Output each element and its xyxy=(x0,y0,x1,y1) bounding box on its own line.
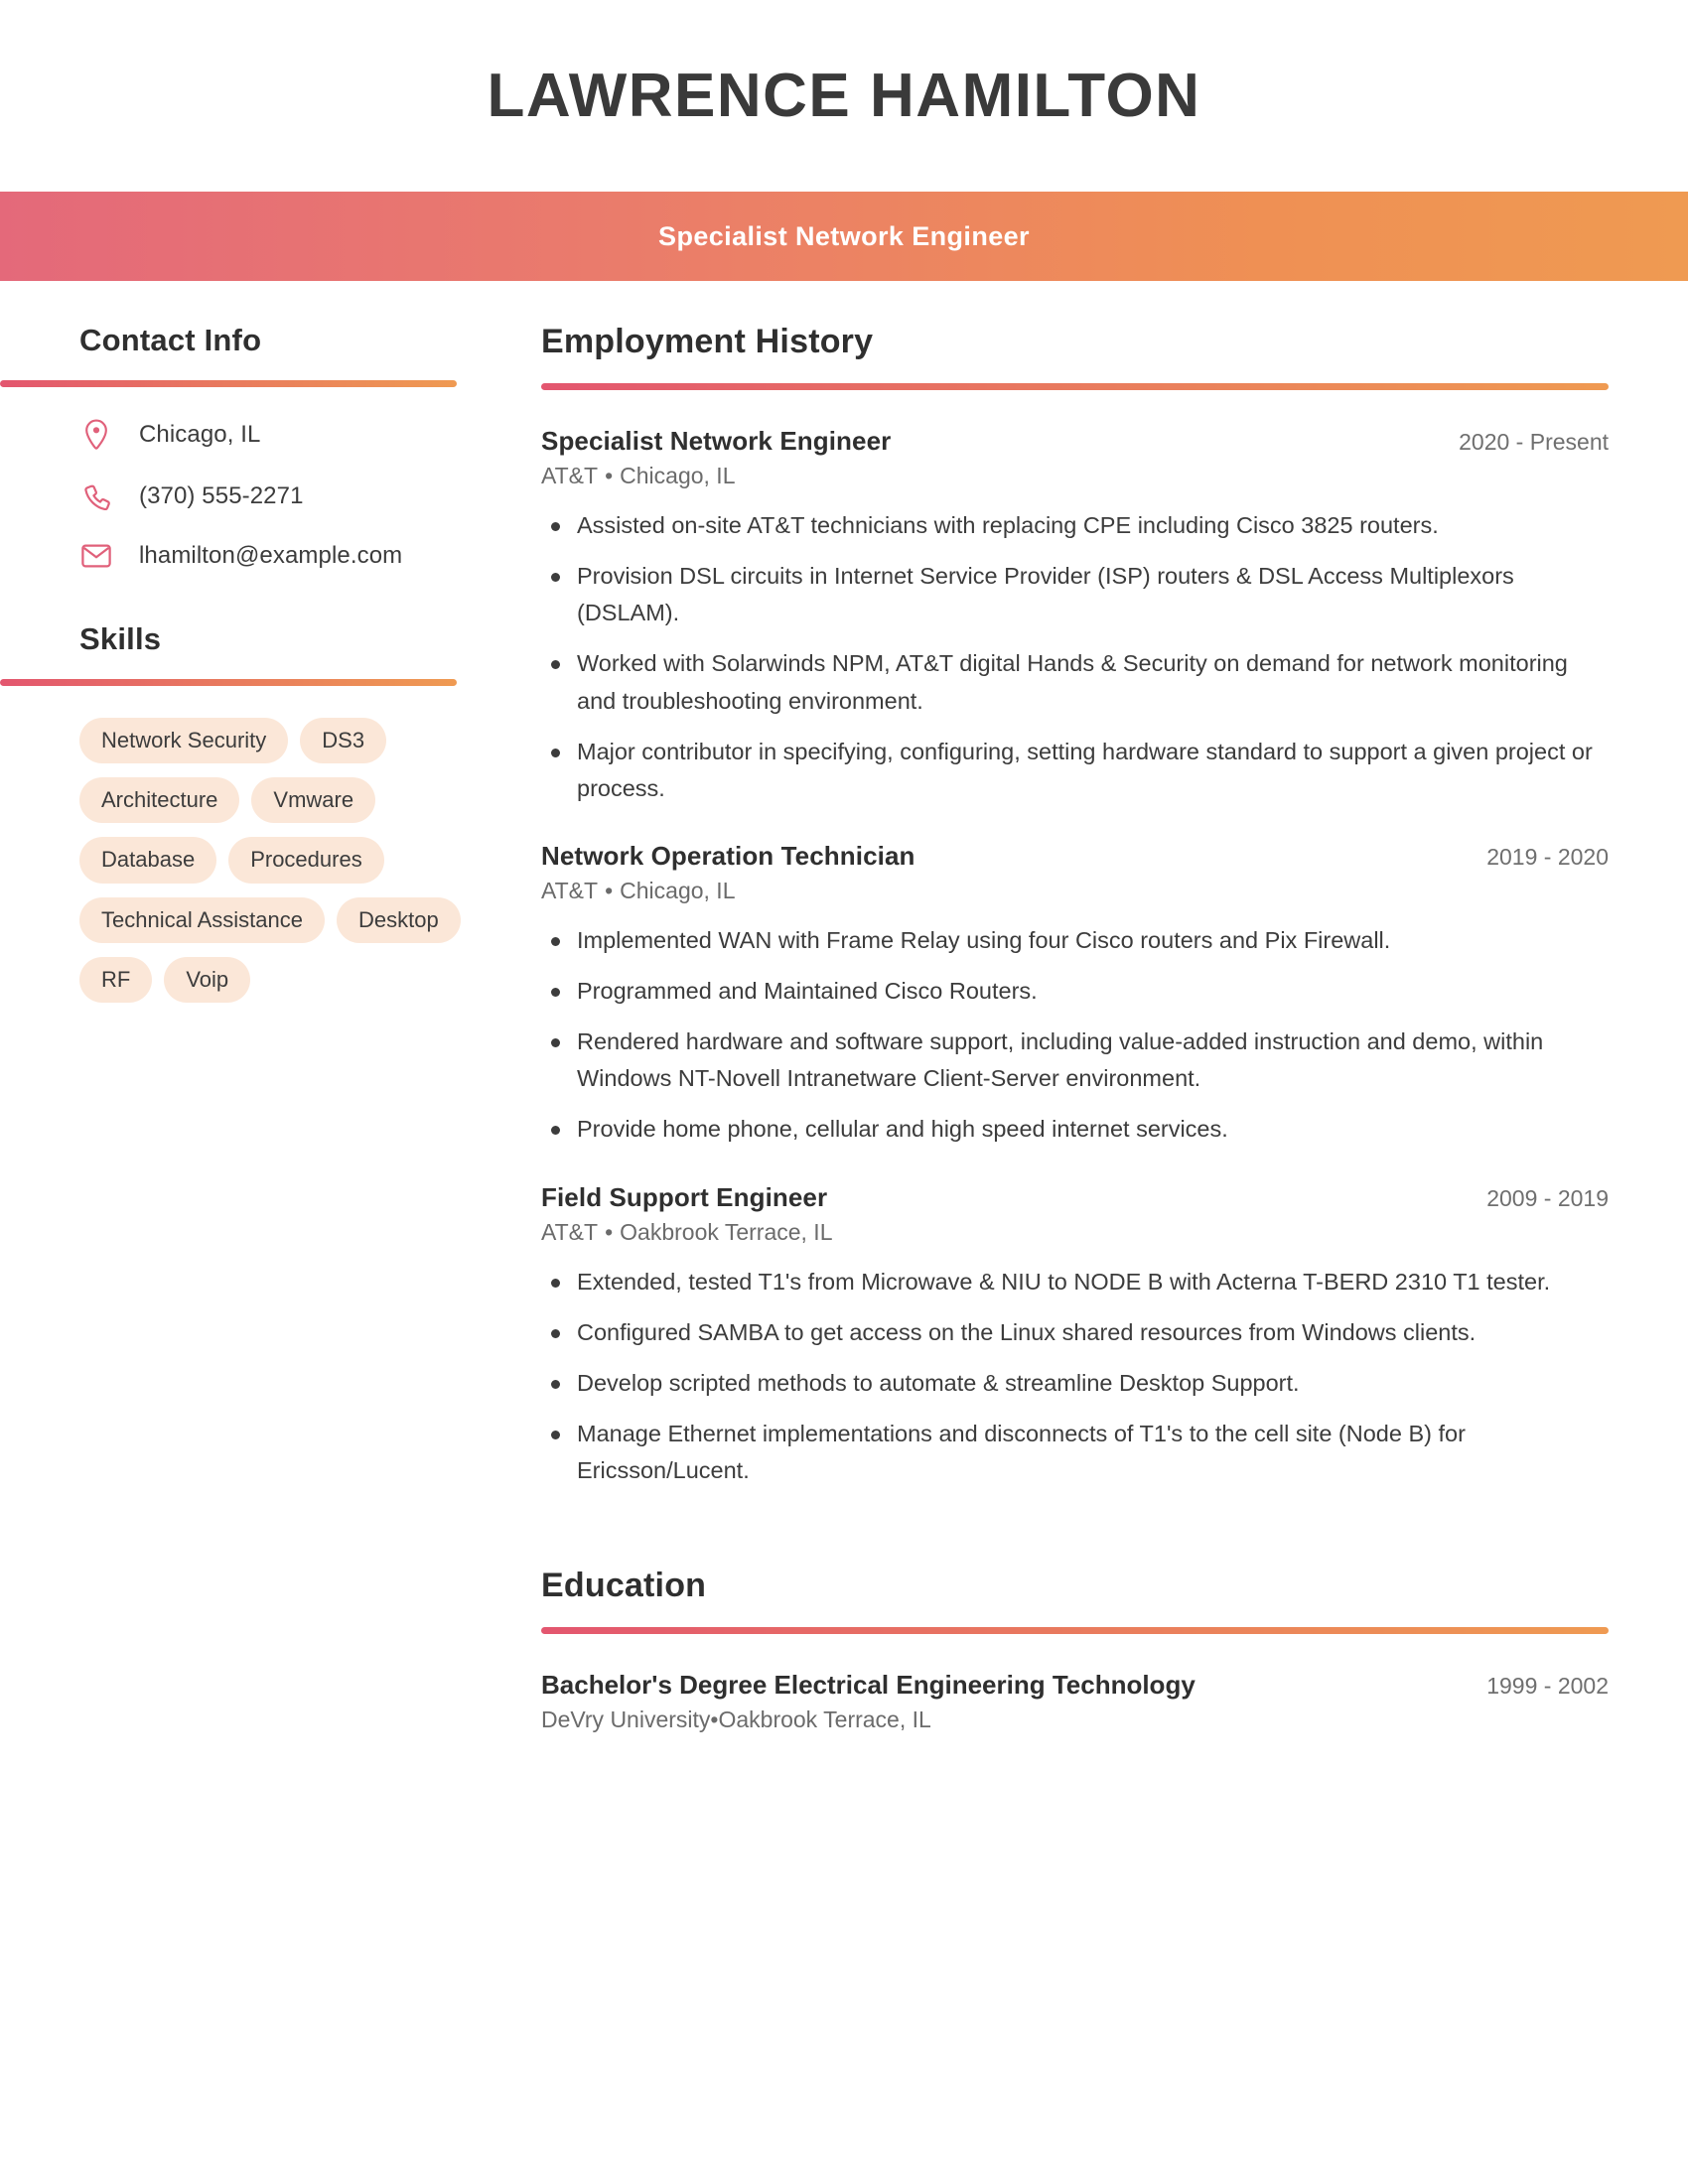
job-bullet: Major contributor in specifying, configu… xyxy=(541,734,1609,807)
job-location: Oakbrook Terrace, IL xyxy=(620,1218,833,1245)
job-bullet: Implemented WAN with Frame Relay using f… xyxy=(541,922,1609,959)
contact-list: Chicago, IL (370) 555-2271 lhamilton@examp… xyxy=(0,419,541,570)
contact-item[interactable]: (370) 555-2271 xyxy=(0,482,541,510)
job-dates: 2009 - 2019 xyxy=(1486,1184,1609,1211)
education-divider xyxy=(541,1627,1609,1635)
contact-item[interactable]: lhamilton@example.com xyxy=(0,542,541,570)
job-company: AT&T xyxy=(541,1218,599,1245)
education-school-location: DeVry University•Oakbrook Terrace, IL xyxy=(541,1706,1609,1733)
job-entry: Network Operation Technician 2019 - 2020 A… xyxy=(541,841,1609,1149)
job-company-location: AT&T • Chicago, IL xyxy=(541,463,1609,489)
skill-pill[interactable]: DS3 xyxy=(300,718,387,764)
envelope-icon xyxy=(79,544,113,568)
job-company-location: AT&T • Oakbrook Terrace, IL xyxy=(541,1219,1609,1246)
bullet-separator-icon: • xyxy=(605,877,614,903)
job-dates: 2019 - 2020 xyxy=(1486,843,1609,870)
job-bullet-list: Implemented WAN with Frame Relay using f… xyxy=(541,922,1609,1149)
resume-body: Contact Info Chicago, IL (370) 555-2271 lh… xyxy=(0,281,1688,1743)
skills-section: Skills Network Security DS3 Architecture Vm… xyxy=(0,621,541,1003)
job-bullet: Configured SAMBA to get access on the Li… xyxy=(541,1314,1609,1351)
job-company-location: AT&T • Chicago, IL xyxy=(541,878,1609,904)
education-school: DeVry University xyxy=(541,1706,711,1733)
employment-history-heading: Employment History xyxy=(541,323,874,360)
sidebar: Contact Info Chicago, IL (370) 555-2271 lh… xyxy=(0,323,541,1003)
contact-info-heading: Contact Info xyxy=(79,323,262,357)
contact-item-value: lhamilton@example.com xyxy=(139,542,403,569)
job-bullet: Manage Ethernet implementations and disc… xyxy=(541,1416,1609,1489)
main-content: Employment History Specialist Network En… xyxy=(541,323,1688,1743)
page-title: LAWRENCE HAMILTON xyxy=(487,61,1201,130)
job-bullet: Provision DSL circuits in Internet Servi… xyxy=(541,558,1609,631)
contact-info-section: Contact Info Chicago, IL (370) 555-2271 lh… xyxy=(0,323,541,570)
education-header: Bachelor's Degree Electrical Engineering… xyxy=(541,1670,1609,1701)
education-section: Education Bachelor's Degree Electrical E… xyxy=(541,1567,1609,1733)
skill-pill[interactable]: Technical Assistance xyxy=(79,896,325,943)
skill-pill[interactable]: RF xyxy=(79,956,153,1003)
job-entry: Field Support Engineer 2009 - 2019 AT&T • Oa… xyxy=(541,1182,1609,1490)
contact-item-value: (370) 555-2271 xyxy=(139,482,304,509)
education-heading: Education xyxy=(541,1567,707,1605)
job-location: Chicago, IL xyxy=(620,877,736,903)
header-title-band: Specialist Network Engineer xyxy=(0,192,1688,281)
skill-pill[interactable]: Database xyxy=(79,837,217,884)
contact-item-value: Chicago, IL xyxy=(139,421,261,448)
job-company: AT&T xyxy=(541,877,599,903)
job-bullet-list: Assisted on-site AT&T technicians with r… xyxy=(541,507,1609,807)
skills-divider xyxy=(0,679,457,686)
skills-heading: Skills xyxy=(79,621,162,656)
job-bullet: Rendered hardware and software support, … xyxy=(541,1024,1609,1097)
job-company: AT&T xyxy=(541,463,599,488)
job-bullet: Develop scripted methods to automate & s… xyxy=(541,1365,1609,1402)
phone-icon xyxy=(79,482,113,510)
job-location: Chicago, IL xyxy=(620,463,736,488)
job-bullet: Programmed and Maintained Cisco Routers. xyxy=(541,973,1609,1010)
bullet-separator-icon: • xyxy=(605,463,614,488)
job-title: Field Support Engineer xyxy=(541,1181,828,1212)
bullet-separator-icon: • xyxy=(605,1218,614,1245)
contact-item[interactable]: Chicago, IL xyxy=(0,419,541,451)
job-header: Field Support Engineer 2009 - 2019 xyxy=(541,1182,1609,1213)
job-bullet: Assisted on-site AT&T technicians with r… xyxy=(541,507,1609,544)
skill-pill[interactable]: Architecture xyxy=(79,777,240,824)
job-header: Specialist Network Engineer 2020 - Presen… xyxy=(541,426,1609,457)
education-location: Oakbrook Terrace, IL xyxy=(718,1706,931,1733)
skill-pill[interactable]: Voip xyxy=(164,956,251,1003)
map-pin-icon xyxy=(79,419,113,451)
job-bullet: Worked with Solarwinds NPM, AT&T digital… xyxy=(541,645,1609,719)
education-entry: Bachelor's Degree Electrical Engineering… xyxy=(541,1670,1609,1733)
skill-pill[interactable]: Desktop xyxy=(337,896,461,943)
job-header: Network Operation Technician 2019 - 2020 xyxy=(541,841,1609,872)
job-title-subheading: Specialist Network Engineer xyxy=(658,220,1030,251)
job-entry: Specialist Network Engineer 2020 - Presen… xyxy=(541,426,1609,807)
job-bullet-list: Extended, tested T1's from Microwave & N… xyxy=(541,1264,1609,1490)
job-bullet: Extended, tested T1's from Microwave & N… xyxy=(541,1264,1609,1300)
education-dates: 1999 - 2002 xyxy=(1486,1673,1609,1700)
education-list: Bachelor's Degree Electrical Engineering… xyxy=(541,1670,1609,1733)
skill-pill[interactable]: Procedures xyxy=(228,837,384,884)
jobs-list: Specialist Network Engineer 2020 - Presen… xyxy=(541,426,1609,1489)
job-bullet: Provide home phone, cellular and high sp… xyxy=(541,1111,1609,1148)
job-title: Specialist Network Engineer xyxy=(541,426,892,456)
job-title: Network Operation Technician xyxy=(541,840,915,871)
skills-list: Network Security DS3 Architecture Vmware Dat… xyxy=(0,718,496,1003)
employment-history-divider xyxy=(541,383,1609,390)
employment-history-section: Employment History Specialist Network En… xyxy=(541,323,1609,1489)
contact-info-divider xyxy=(0,380,457,387)
skill-pill[interactable]: Network Security xyxy=(79,718,289,764)
job-dates: 2020 - Present xyxy=(1459,429,1609,455)
education-degree: Bachelor's Degree Electrical Engineering… xyxy=(541,1670,1196,1701)
skill-pill[interactable]: Vmware xyxy=(251,777,376,824)
resume-header: LAWRENCE HAMILTON xyxy=(0,0,1688,192)
